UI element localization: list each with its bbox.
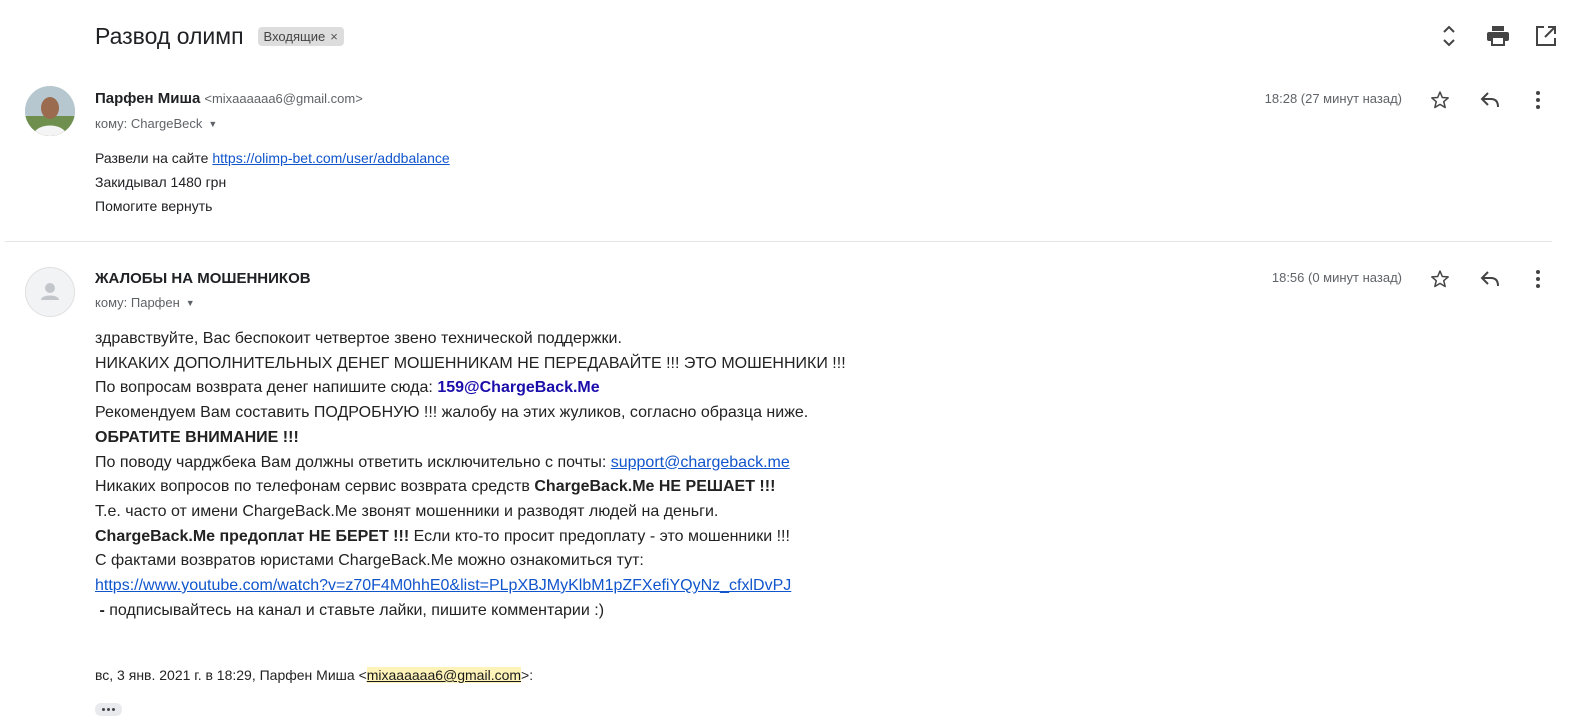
recipient-line: кому: Парфен ▼ — [95, 295, 195, 310]
label-chip-inbox[interactable]: Входящие × — [257, 26, 344, 46]
quote-suffix: >: — [521, 667, 534, 683]
youtube-link[interactable]: https://www.youtube.com/watch?v=z70F4M0h… — [95, 577, 791, 594]
print-icon[interactable] — [1484, 22, 1512, 50]
body-text: Развели на сайте — [95, 150, 213, 166]
body-line: С фактами возвратов юристами ChargeBack.… — [95, 552, 644, 570]
more-options-icon[interactable] — [1525, 266, 1551, 292]
open-new-window-icon[interactable] — [1532, 22, 1560, 50]
body-line: Никаких вопросов по телефонам сервис воз… — [95, 475, 846, 500]
body-line: ОБРАТИТЕ ВНИМАНИЕ !!! — [95, 426, 846, 451]
star-icon[interactable] — [1427, 266, 1453, 292]
sender-name[interactable]: ЖАЛОБЫ НА МОШЕННИКОВ — [95, 270, 311, 287]
body-line: - подписывайтесь на канал и ставьте лайк… — [95, 599, 846, 624]
dot — [102, 708, 105, 711]
reply-icon[interactable] — [1477, 87, 1503, 113]
message-time: 18:56 (0 минут назад) — [1271, 270, 1402, 285]
label-remove-button[interactable]: × — [330, 29, 338, 44]
thread-toolbar — [1422, 22, 1582, 50]
body-line: Рекомендуем Вам составить ПОДРОБНУЮ !!! … — [95, 404, 809, 422]
body-line: По поводу чарджбека Вам должны ответить … — [95, 451, 846, 476]
message-time: 18:28 (27 минут назад) — [1264, 91, 1402, 106]
olimp-link[interactable]: https://olimp-bet.com/user/addbalance — [212, 150, 449, 166]
support-email-text: 159@ChargeBack.Me — [437, 379, 600, 397]
message-body: здравствуйте, Вас беспокоит четвертое зв… — [95, 327, 846, 623]
body-text: Никаких вопросов по телефонам сервис воз… — [95, 478, 535, 496]
body-line: Закидывал 1480 грн — [95, 174, 227, 190]
subject-bar: Развод олимп Входящие × — [95, 18, 344, 54]
dash-text: - — [95, 601, 110, 619]
star-icon[interactable] — [1427, 87, 1453, 113]
message-divider — [5, 241, 1552, 242]
sender-name[interactable]: Парфен Миша — [95, 90, 200, 107]
recipient-text: кому: Парфен — [95, 295, 180, 310]
quote-header: вс, 3 янв. 2021 г. в 18:29, Парфен Миша … — [95, 667, 533, 683]
bold-text: ChargeBack.Me НЕ РЕШАЕТ !!! — [534, 478, 776, 496]
recipient-text: кому: ChargeBeck — [95, 116, 203, 131]
avatar[interactable] — [25, 267, 75, 317]
body-text: подписывайтесь на канал и ставьте лайки,… — [109, 601, 605, 619]
body-text: По вопросам возврата денег напишите сюда… — [95, 379, 438, 397]
body-line: Помогите вернуть — [95, 198, 213, 214]
recipient-details-caret-icon[interactable]: ▼ — [186, 298, 195, 308]
sender-email: <mixaaaaaa6@gmail.com> — [204, 91, 363, 106]
attention-text: ОБРАТИТЕ ВНИМАНИЕ !!! — [95, 428, 299, 446]
dot — [107, 708, 110, 711]
label-chip-text: Входящие — [263, 28, 326, 44]
sender: Парфен Миша <mixaaaaaa6@gmail.com> — [95, 90, 363, 107]
body-line: НИКАКИХ ДОПОЛНИТЕЛЬНЫХ ДЕНЕГ МОШЕННИКАМ … — [95, 354, 846, 372]
quote-email-link[interactable]: mixaaaaaa6@gmail.com — [366, 667, 522, 683]
bold-text: ChargeBack.Me предоплат НЕ БЕРЕТ !!! — [95, 527, 410, 545]
body-line: Развели на сайте https://olimp-bet.com/u… — [95, 146, 450, 170]
avatar[interactable] — [25, 86, 75, 136]
dot — [112, 708, 115, 711]
body-line: По вопросам возврата денег напишите сюда… — [95, 376, 846, 401]
quote-prefix: вс, 3 янв. 2021 г. в 18:29, Парфен Миша … — [95, 667, 367, 683]
recipient-line: кому: ChargeBeck ▼ — [95, 116, 217, 131]
unfold-icon[interactable] — [1435, 22, 1463, 50]
body-line: Т.е. часто от имени ChargeBack.Me звонят… — [95, 502, 719, 520]
thread-subject: Развод олимп — [95, 22, 244, 49]
support-email-link[interactable]: support@chargeback.me — [611, 454, 790, 471]
body-text: Если кто-то просит предоплату - это моше… — [409, 527, 790, 545]
message-body: Развели на сайте https://olimp-bet.com/u… — [95, 146, 450, 218]
body-line: ChargeBack.Me предоплат НЕ БЕРЕТ !!! Есл… — [95, 525, 846, 550]
body-line: https://www.youtube.com/watch?v=z70F4M0h… — [95, 574, 846, 599]
body-text: По поводу чарджбека Вам должны ответить … — [95, 453, 611, 471]
body-line: здравствуйте, Вас беспокоит четвертое зв… — [95, 330, 622, 347]
recipient-details-caret-icon[interactable]: ▼ — [208, 119, 217, 129]
reply-icon[interactable] — [1477, 266, 1503, 292]
sender: ЖАЛОБЫ НА МОШЕННИКОВ — [95, 270, 311, 287]
more-options-icon[interactable] — [1525, 87, 1551, 113]
show-trimmed-content-button[interactable] — [95, 703, 122, 716]
